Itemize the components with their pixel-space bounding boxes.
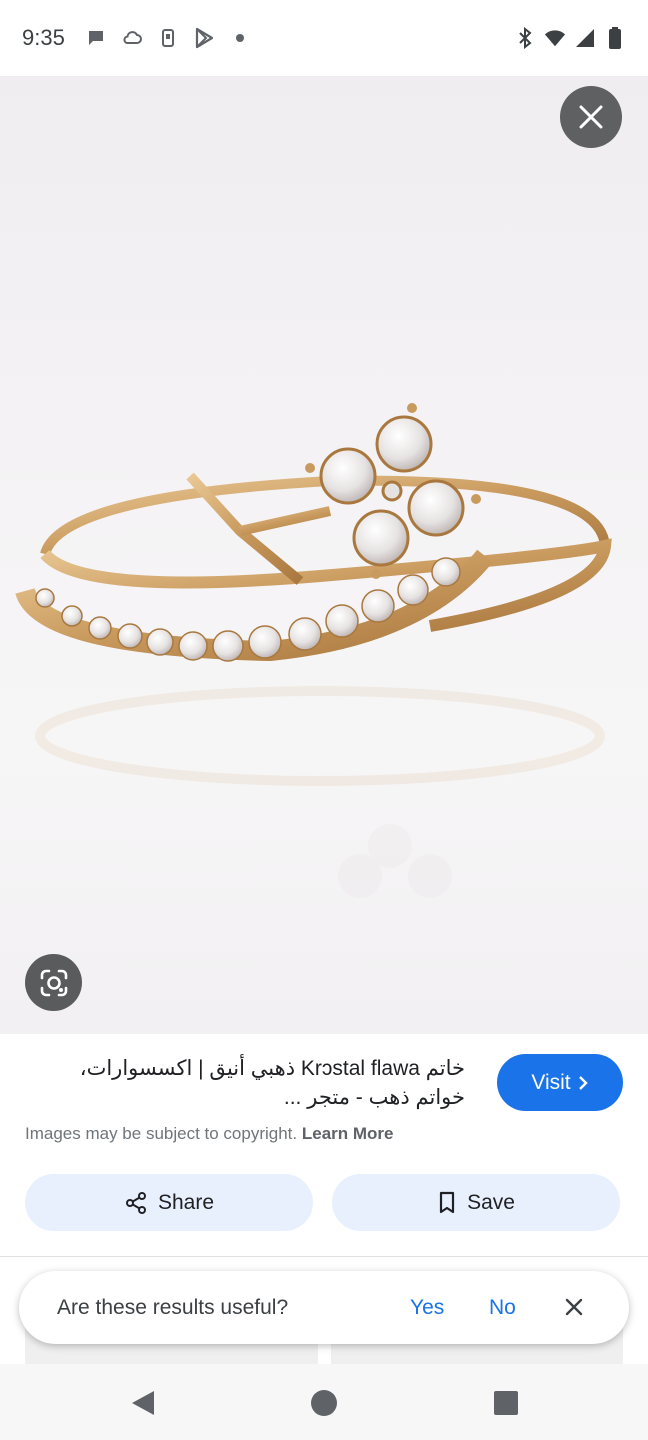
back-triangle-icon: [132, 1391, 154, 1415]
system-icons: [514, 27, 626, 49]
save-label: Save: [467, 1190, 515, 1214]
recents-square-icon: [494, 1391, 518, 1415]
battery-icon: [604, 27, 626, 49]
chevron-right-icon: [578, 1075, 588, 1090]
home-circle-icon: [311, 1390, 337, 1416]
status-bar: 9:35: [0, 0, 648, 76]
feedback-no-button[interactable]: No: [489, 1296, 516, 1320]
close-button[interactable]: [560, 86, 622, 148]
feedback-toast: Are these results useful? Yes No: [19, 1271, 629, 1344]
divider: [0, 1256, 648, 1257]
chat-bubble-icon: [85, 27, 107, 49]
learn-more-link[interactable]: Learn More: [302, 1124, 394, 1143]
save-button[interactable]: Save: [332, 1174, 620, 1231]
share-button[interactable]: Share: [25, 1174, 313, 1231]
feedback-question: Are these results useful?: [57, 1295, 289, 1319]
bluetooth-icon: [514, 27, 536, 49]
home-button[interactable]: [309, 1388, 339, 1418]
share-label: Share: [157, 1190, 215, 1214]
status-time: 9:35: [22, 25, 65, 50]
result-info-panel: خاتم Krɔstal flawa ذهبي أنيق | اكسسوارات…: [0, 1034, 648, 1256]
signal-icon: [574, 27, 596, 49]
play-store-icon: [193, 27, 215, 49]
recents-button[interactable]: [491, 1388, 521, 1418]
bookmark-icon: [439, 1191, 455, 1213]
dot-icon: [229, 27, 251, 49]
feedback-close-button[interactable]: [562, 1295, 586, 1319]
google-lens-icon: [40, 969, 67, 996]
copyright-text: Images may be subject to copyright.: [25, 1124, 298, 1143]
share-icon: [125, 1191, 146, 1214]
visit-label: Visit: [531, 1070, 571, 1094]
feedback-yes-button[interactable]: Yes: [410, 1296, 444, 1320]
google-lens-button[interactable]: [25, 954, 82, 1011]
wifi-icon: [544, 27, 566, 49]
close-icon: [579, 105, 603, 129]
result-title[interactable]: خاتم Krɔstal flawa ذهبي أنيق | اكسسوارات…: [25, 1054, 465, 1112]
ring-image: [15, 403, 612, 898]
close-icon: [565, 1298, 583, 1316]
navigation-bar: [0, 1364, 648, 1440]
copyright-notice: Images may be subject to copyright. Lear…: [25, 1124, 394, 1144]
cloud-icon: [121, 27, 143, 49]
visit-button[interactable]: Visit: [497, 1054, 623, 1111]
back-button[interactable]: [128, 1388, 158, 1418]
image-viewer[interactable]: [0, 76, 648, 1034]
phone-icon: [157, 27, 179, 49]
notification-icons: [85, 27, 251, 49]
